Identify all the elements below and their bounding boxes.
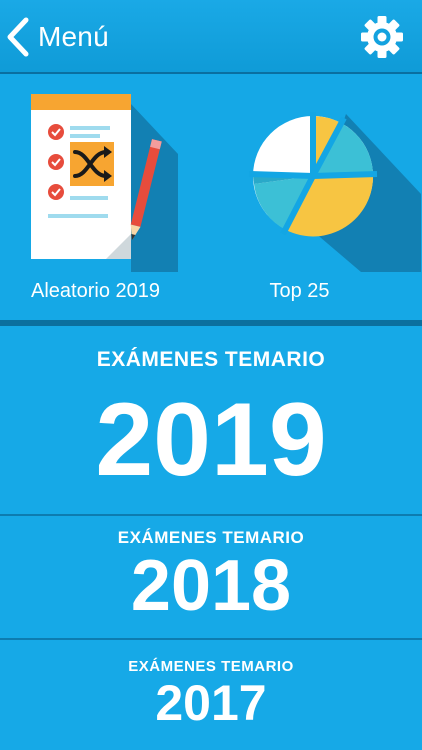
settings-button[interactable] (359, 14, 405, 60)
gear-icon (361, 16, 403, 58)
header-bar: Menú (0, 0, 422, 74)
tile-random-label: Aleatorio 2019 (31, 280, 160, 302)
back-button[interactable]: Menú (6, 14, 109, 60)
exam-2018-button[interactable]: EXÁMENES TEMARIO 2018 (0, 516, 422, 638)
exam-2018-subtitle: EXÁMENES TEMARIO (117, 528, 305, 547)
exam-2019-button[interactable]: EXÁMENES TEMARIO 2019 (0, 326, 422, 514)
tile-top25[interactable]: Top 25 (211, 74, 422, 320)
tile-top25-label: Top 25 (269, 280, 330, 302)
chevron-left-icon (7, 17, 29, 57)
exam-2019-year: 2019 (95, 382, 327, 498)
shuffle-checklist-icon (31, 94, 178, 272)
exam-2017-subtitle: EXÁMENES TEMARIO (128, 658, 294, 675)
back-label: Menú (38, 21, 109, 52)
exam-2017-year: 2017 (155, 675, 267, 731)
tile-random[interactable]: Aleatorio 2019 (0, 74, 211, 320)
exam-2017-button[interactable]: EXÁMENES TEMARIO 2017 (0, 640, 422, 750)
tiles-row: Aleatorio 2019 Top 25 (0, 74, 422, 320)
pie-chart-icon (248, 112, 421, 272)
exam-2018-year: 2018 (130, 546, 292, 626)
exam-2019-subtitle: EXÁMENES TEMARIO (96, 348, 326, 371)
